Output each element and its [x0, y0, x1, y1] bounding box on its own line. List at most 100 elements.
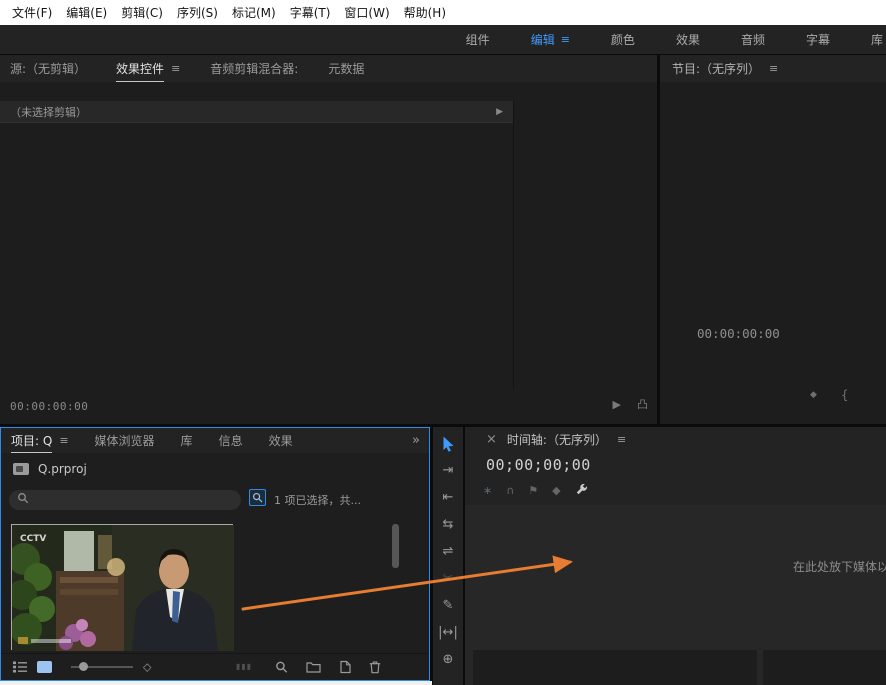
project-panel-tabs: 项目: Q ≡ 媒体浏览器 库 信息 效果 »	[1, 428, 429, 453]
sort-icons-button[interactable]: ◇	[143, 662, 151, 673]
export-frame-icon[interactable]: 凸	[637, 396, 648, 412]
panel-tab[interactable]: 信息	[219, 428, 243, 453]
workspace-tab[interactable]: 音频	[741, 31, 765, 48]
new-bin-button[interactable]	[306, 661, 321, 673]
panel-tab-label: 效果	[269, 428, 293, 453]
razor-tool[interactable]: ✂	[433, 565, 463, 592]
panel-tab-label: 库	[181, 428, 193, 453]
workspace-tab-label: 组件	[466, 31, 490, 48]
thumbnail-image: CCTV	[12, 525, 234, 651]
zoom-slider[interactable]	[71, 660, 133, 674]
scrollbar-thumb[interactable]	[392, 524, 399, 568]
panel-tab[interactable]: 媒体浏览器	[95, 428, 155, 453]
workspace-tab-label: 库	[871, 31, 883, 48]
panel-tab[interactable]: 效果控件 ≡	[116, 55, 180, 82]
rolling-edit-tool[interactable]: ⇆	[433, 511, 463, 538]
source-footer-icons: ▶凸	[613, 396, 648, 412]
panel-menu-icon[interactable]: ≡	[769, 62, 778, 75]
clip-header-bar: （未选择剪辑） ▶	[0, 101, 513, 123]
premiere-pro-window: 文件(F)编辑(E)剪辑(C)序列(S)标记(M)字幕(T)窗口(W)帮助(H)…	[0, 0, 886, 685]
panel-menu-icon[interactable]: ≡	[617, 433, 626, 446]
find-button[interactable]	[275, 661, 288, 674]
play-icon[interactable]: ▶	[613, 398, 621, 411]
workspace-tab[interactable]: 库	[871, 31, 883, 48]
timeline-drop-area[interactable]: 在此处放下媒体以	[465, 505, 886, 685]
trim-view-icon[interactable]: {	[841, 388, 849, 402]
panel-tab-label: 效果控件	[116, 55, 164, 82]
add-marker-icon[interactable]: ◆	[810, 390, 817, 400]
program-timecode: 00:00:00:00	[697, 326, 780, 341]
zoom-tool[interactable]: ⊕	[433, 646, 463, 673]
slip-tool[interactable]: |↔|	[433, 619, 463, 646]
clip-header-label: （未选择剪辑）	[10, 104, 87, 120]
menu-item[interactable]: 剪辑(C)	[114, 4, 170, 21]
create-search-bin-button[interactable]	[249, 489, 266, 506]
menu-item[interactable]: 窗口(W)	[337, 4, 396, 21]
expand-arrow-icon[interactable]: ▶	[496, 107, 503, 117]
workspace-bar: 组件 编辑 ≡ 颜色 效果 音频 字幕 库	[0, 25, 886, 54]
panel-tab-label: 源:（无剪辑）	[10, 55, 86, 82]
workspace-tab[interactable]: 效果	[676, 31, 700, 48]
workspace-tab-label: 效果	[676, 31, 700, 48]
panel-menu-icon[interactable]: ≡	[59, 434, 68, 447]
source-panel: 源:（无剪辑） 效果控件 ≡ 音频剪辑混合器: 元数据 （未选择剪辑） ▶ 00…	[0, 55, 657, 424]
project-file-row[interactable]: Q.prproj	[13, 462, 87, 476]
timeline-timecode[interactable]: 00;00;00;00	[486, 456, 591, 474]
project-footer-toolbar: ◇ ▮▮▮	[1, 653, 429, 680]
rate-stretch-tool[interactable]: ⇌	[433, 538, 463, 565]
workspace-tab-label: 编辑	[531, 31, 555, 48]
insert-nest-icon[interactable]: ∗	[483, 485, 492, 496]
linked-selection-icon[interactable]: ⚑	[528, 485, 538, 496]
list-view-button[interactable]	[13, 661, 27, 673]
track-select-forward-tool[interactable]: ⇥	[433, 457, 463, 484]
panel-tab-label: 信息	[219, 428, 243, 453]
workspace-tab[interactable]: 编辑 ≡	[531, 31, 570, 48]
clip-thumbnail[interactable]: CCTV	[11, 524, 233, 650]
panel-divider	[513, 101, 514, 389]
snap-icon[interactable]: ∩	[506, 485, 514, 496]
track-area	[763, 650, 886, 685]
workspace-tab-label: 字幕	[806, 31, 830, 48]
menu-item[interactable]: 序列(S)	[170, 4, 225, 21]
slider-thumb[interactable]	[79, 662, 88, 671]
source-timecode: 00:00:00:00	[10, 400, 88, 413]
menu-item[interactable]: 标记(M)	[225, 4, 283, 21]
panel-tab[interactable]: 效果	[269, 428, 293, 453]
workspace-tab[interactable]: 颜色	[611, 31, 635, 48]
project-file-name: Q.prproj	[38, 462, 87, 476]
timeline-toolbar: ∗ ∩ ⚑ ◆	[483, 482, 588, 498]
selection-tool[interactable]	[433, 430, 463, 457]
automate-to-sequence-button[interactable]: ▮▮▮	[236, 663, 252, 671]
pen-tool[interactable]: ✎	[433, 592, 463, 619]
program-panel-header: 节目:（无序列） ≡	[660, 55, 886, 82]
timeline-settings-wrench-icon[interactable]	[575, 483, 588, 498]
workspace-menu-icon[interactable]: ≡	[561, 34, 570, 45]
workspace-tab[interactable]: 字幕	[806, 31, 830, 48]
add-marker-icon[interactable]: ◆	[552, 485, 560, 496]
thumbnail-watermark: CCTV	[20, 534, 46, 544]
program-panel: 节目:（无序列） ≡ 00:00:00:00 ◆ {	[660, 55, 886, 424]
project-panel: 项目: Q ≡ 媒体浏览器 库 信息 效果 » Q.prpro	[0, 427, 430, 681]
tools-panel: ⇥⇤⇆⇌✂✎|↔|⊕	[433, 427, 463, 685]
panel-tab[interactable]: 源:（无剪辑）	[10, 55, 86, 82]
panel-tab[interactable]: 项目: Q ≡	[11, 428, 69, 453]
drop-hint-text: 在此处放下媒体以	[793, 558, 886, 575]
close-panel-icon[interactable]: ×	[486, 432, 497, 447]
panel-tab-label: 音频剪辑混合器:	[210, 55, 298, 82]
panel-tab[interactable]: 元数据	[328, 55, 364, 82]
menu-item[interactable]: 帮助(H)	[397, 4, 453, 21]
panel-tab[interactable]: 库	[181, 428, 193, 453]
tab-overflow-chevron-icon[interactable]: »	[412, 433, 429, 448]
panel-menu-icon[interactable]: ≡	[171, 62, 180, 75]
panel-tab[interactable]: 音频剪辑混合器:	[210, 55, 298, 82]
menu-item[interactable]: 文件(F)	[5, 4, 59, 21]
menu-item[interactable]: 字幕(T)	[283, 4, 338, 21]
ripple-edit-tool[interactable]: ⇤	[433, 484, 463, 511]
workspace-tab[interactable]: 组件	[466, 31, 490, 48]
menu-item[interactable]: 编辑(E)	[59, 4, 114, 21]
delete-button[interactable]	[369, 661, 381, 674]
search-input[interactable]	[9, 490, 241, 510]
icon-view-button[interactable]	[37, 661, 52, 673]
new-item-button[interactable]	[340, 661, 351, 674]
source-panel-tabs: 源:（无剪辑） 效果控件 ≡ 音频剪辑混合器: 元数据	[0, 55, 657, 82]
